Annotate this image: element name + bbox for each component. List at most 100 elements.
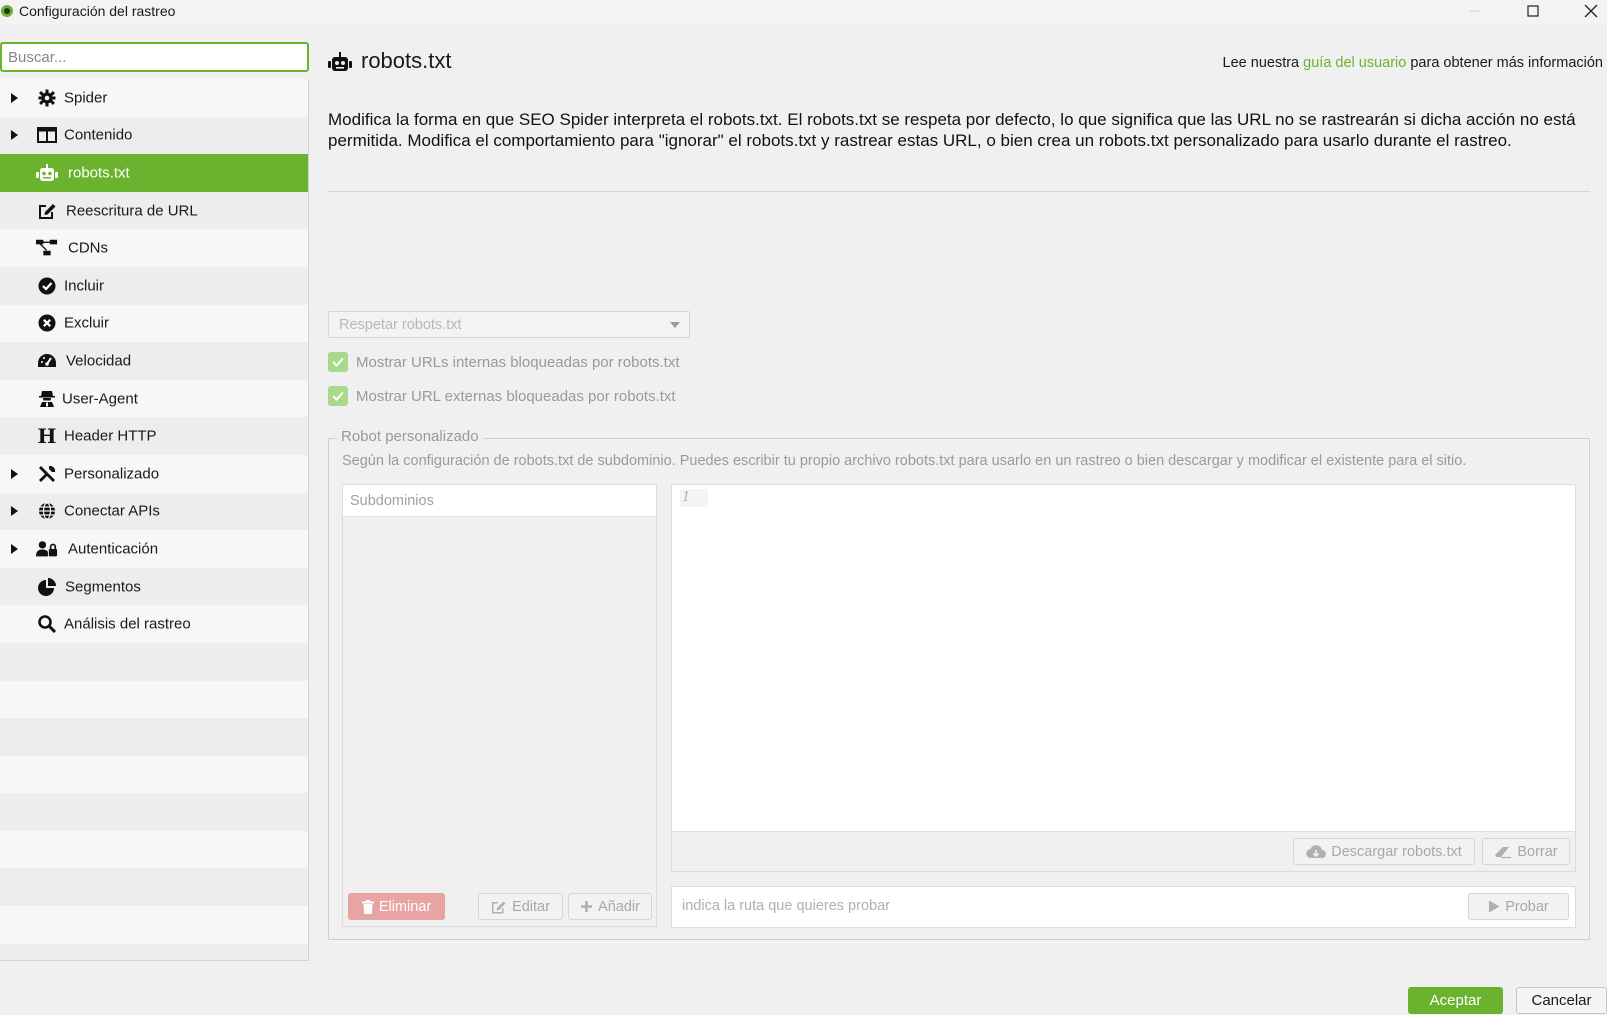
- sidebar-empty-row: [0, 906, 308, 944]
- test-path-box: [671, 886, 1576, 928]
- page-description: Modifica la forma en que SEO Spider inte…: [328, 110, 1576, 150]
- guide-prefix: Lee nuestra: [1222, 55, 1304, 71]
- sidebar-item-label: Segmentos: [65, 578, 141, 596]
- speedometer-icon: [36, 351, 58, 371]
- x-circle-icon: [36, 313, 58, 333]
- edit-label: Editar: [512, 898, 550, 915]
- line-number: 1: [682, 490, 691, 505]
- sidebar-empty-row: [0, 793, 308, 831]
- tools-icon: [36, 464, 58, 484]
- expand-arrow-icon[interactable]: [11, 130, 18, 141]
- sidebar-item-cdns[interactable]: CDNs: [0, 229, 308, 267]
- close-button[interactable]: [1571, 0, 1607, 22]
- sidebar-item-autenticacion[interactable]: Autenticación: [0, 530, 308, 568]
- divider: [328, 191, 1590, 192]
- play-icon: [1489, 900, 1500, 913]
- robot-icon: [36, 163, 58, 183]
- sidebar-item-header-http[interactable]: H Header HTTP: [0, 417, 308, 455]
- title-bar: Configuración del rastreo: [0, 0, 1607, 24]
- robot-icon: [328, 52, 352, 71]
- user-lock-icon: [36, 539, 58, 559]
- sidebar-item-label: CDNs: [68, 239, 108, 257]
- search-icon: [36, 614, 58, 634]
- sidebar-item-excluir[interactable]: Excluir: [0, 304, 308, 343]
- gear-icon: [36, 88, 58, 108]
- subdomains-list[interactable]: Subdominios: [342, 484, 657, 927]
- network-icon: [36, 238, 58, 258]
- robots-mode-select[interactable]: Respetar robots.txt: [328, 311, 690, 338]
- download-robots-button[interactable]: Descargar robots.txt: [1293, 838, 1475, 865]
- cancel-button[interactable]: Cancelar: [1516, 987, 1607, 1014]
- window-title: Configuración del rastreo: [19, 3, 176, 19]
- sidebar-item-label: robots.txt: [68, 164, 130, 182]
- edit-icon: [492, 901, 506, 913]
- sidebar-item-spider[interactable]: Spider: [0, 79, 308, 117]
- sidebar-empty-row: [0, 642, 308, 681]
- sidebar-item-label: Spider: [64, 89, 108, 107]
- sidebar-item-analisis-rastreo[interactable]: Análisis del rastreo: [0, 605, 308, 643]
- sidebar-item-label: Análisis del rastreo: [64, 615, 191, 633]
- sidebar-item-label: Autenticación: [68, 540, 159, 558]
- sidebar-item-user-agent[interactable]: User-Agent: [0, 379, 308, 418]
- sidebar-empty-row: [0, 830, 308, 869]
- sidebar-empty-row: [0, 755, 308, 794]
- add-label: Añadir: [598, 898, 640, 915]
- sidebar-empty-row: [0, 943, 308, 960]
- sidebar-item-contenido[interactable]: Contenido: [0, 116, 308, 155]
- custom-robot-description: Según la configuración de robots.txt de …: [342, 453, 1467, 469]
- close-icon: [1584, 4, 1598, 18]
- chevron-down-icon: [670, 322, 680, 328]
- expand-arrow-icon[interactable]: [11, 506, 18, 517]
- clear-label: Borrar: [1517, 843, 1558, 860]
- test-path-input[interactable]: [680, 897, 1440, 915]
- checkmark-icon: [332, 357, 344, 367]
- expand-arrow-icon[interactable]: [11, 92, 18, 103]
- header-icon: H: [37, 424, 57, 449]
- sidebar-item-label: Velocidad: [66, 352, 132, 370]
- sidebar-item-label: User-Agent: [62, 390, 138, 408]
- sidebar-item-incluir[interactable]: Incluir: [0, 266, 308, 305]
- sidebar-item-conectar-apis[interactable]: Conectar APIs: [0, 492, 308, 531]
- clear-button[interactable]: Borrar: [1482, 838, 1570, 865]
- trash-icon: [361, 899, 374, 914]
- custom-robot-legend: Robot personalizado: [337, 428, 483, 445]
- robots-editor[interactable]: 1: [671, 484, 1576, 832]
- maximize-button[interactable]: [1513, 0, 1553, 22]
- sidebar-item-velocidad[interactable]: Velocidad: [0, 342, 308, 380]
- expand-arrow-icon[interactable]: [11, 543, 18, 554]
- sidebar-item-robots-txt[interactable]: robots.txt: [0, 154, 308, 192]
- sidebar-item-label: Contenido: [64, 126, 133, 144]
- expand-arrow-icon[interactable]: [11, 468, 18, 479]
- sidebar-item-label: Conectar APIs: [64, 502, 160, 520]
- eraser-icon: [1495, 846, 1512, 858]
- user-guide-link[interactable]: guía del usuario: [1303, 55, 1406, 71]
- add-button[interactable]: Añadir: [568, 893, 652, 920]
- sidebar-item-segmentos[interactable]: Segmentos: [0, 567, 308, 606]
- checkmark-icon: [332, 391, 344, 401]
- checkbox-external-blocked[interactable]: [328, 386, 348, 406]
- sidebar-item-reescritura-url[interactable]: Reescritura de URL: [0, 191, 308, 230]
- search-input[interactable]: [0, 42, 309, 72]
- page-title: robots.txt: [361, 48, 452, 73]
- globe-icon: [36, 501, 58, 521]
- checkbox-internal-label: Mostrar URLs internas bloqueadas por rob…: [356, 354, 680, 371]
- checkbox-internal-blocked[interactable]: [328, 352, 348, 372]
- subdomains-header-label: Subdominios: [350, 493, 434, 509]
- sidebar-item-label: Excluir: [64, 314, 110, 332]
- sidebar: Spider Contenido robots.txt Reescritura …: [0, 79, 309, 961]
- delete-button[interactable]: Eliminar: [348, 893, 445, 920]
- edit-icon: [36, 201, 58, 221]
- test-button[interactable]: Probar: [1468, 893, 1569, 920]
- delete-label: Eliminar: [378, 898, 432, 915]
- test-label: Probar: [1505, 898, 1549, 915]
- user-guide-text: Lee nuestra guía del usuario para obtene…: [1223, 55, 1603, 71]
- accept-button[interactable]: Aceptar: [1408, 987, 1503, 1014]
- guide-suffix: para obtener más información: [1406, 55, 1603, 71]
- pie-chart-icon: [36, 577, 58, 597]
- download-label: Descargar robots.txt: [1331, 843, 1462, 860]
- sidebar-item-personalizado[interactable]: Personalizado: [0, 454, 308, 493]
- minimize-button[interactable]: [1455, 0, 1495, 22]
- edit-button[interactable]: Editar: [478, 893, 563, 920]
- app-icon: [1, 5, 13, 17]
- cloud-download-icon: [1306, 844, 1327, 858]
